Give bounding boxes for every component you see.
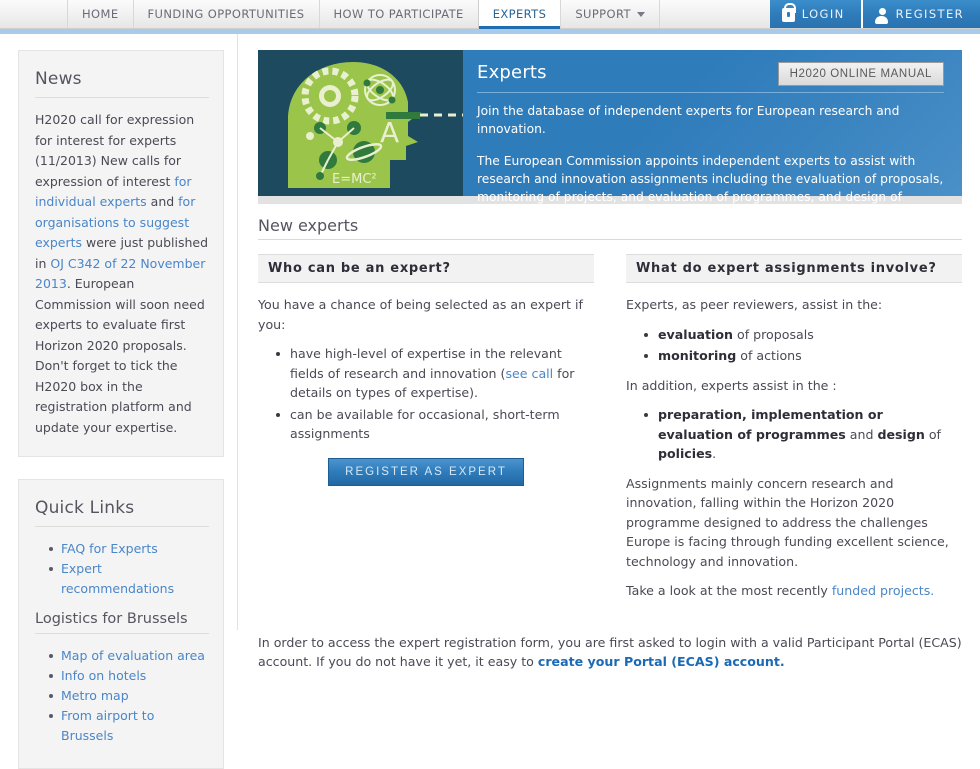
login-button[interactable]: LOGIN	[769, 0, 861, 28]
nav-item-support[interactable]: SUPPORT	[560, 0, 660, 28]
list-item: evaluation of proposals	[644, 325, 962, 345]
quick-link-item[interactable]: Expert recommendations	[49, 559, 209, 599]
text-run: of	[924, 426, 941, 442]
h2020-online-manual-button[interactable]: H2020 ONLINE MANUAL	[777, 62, 944, 86]
nav-item-label: HOW TO PARTICIPATE	[333, 7, 464, 21]
text-run: of proposals	[733, 326, 814, 342]
text-run: and	[845, 426, 878, 442]
news-panel-divider	[35, 97, 209, 98]
assignments-bullets-1: evaluation of proposals monitoring of act…	[626, 325, 962, 366]
assignments-intro-2: In addition, experts assist in the :	[626, 377, 837, 393]
top-navigation-bar: HOME FUNDING OPPORTUNITIES HOW TO PARTICIP…	[0, 0, 980, 29]
text-run: policies	[658, 446, 713, 461]
register-as-expert-button[interactable]: REGISTER AS EXPERT	[328, 457, 524, 486]
inline-link[interactable]: create your Portal (ECAS) account.	[538, 654, 785, 669]
text-run: . European Commission will soon need exp…	[35, 276, 205, 435]
page-title-divider	[258, 239, 962, 240]
banner-paragraph-2: The European Commission appoints indepen…	[477, 154, 944, 222]
nav-item-label: FUNDING OPPORTUNITIES	[147, 7, 305, 21]
two-column-layout: Who can be an expert? You have a chance …	[258, 254, 962, 611]
register-button-label: REGISTER	[895, 7, 964, 21]
text-run: evaluation	[658, 326, 733, 342]
page-body: News H2020 call for expression for inter…	[0, 34, 980, 769]
nav-item-label: EXPERTS	[492, 7, 547, 21]
inline-link[interactable]: see call	[505, 366, 553, 381]
news-panel-text: H2020 call for expression for interest f…	[35, 110, 209, 438]
quick-links-title: Quick Links	[35, 498, 135, 518]
left-column: Who can be an expert? You have a chance …	[258, 254, 594, 611]
list-item: preparation, implementation or evaluatio…	[644, 405, 962, 464]
quick-link-item[interactable]: FAQ for Experts	[49, 539, 209, 559]
text-run: of actions	[736, 348, 802, 363]
logistics-link-item[interactable]: Map of evaluation area	[49, 646, 209, 666]
list-item: can be available for occasional, short-t…	[276, 405, 594, 444]
nav-left-spacer	[0, 0, 68, 28]
nav-account-actions: LOGIN REGISTER	[769, 0, 980, 28]
lock-icon	[781, 3, 797, 22]
sidebar: News H2020 call for expression for inter…	[0, 34, 238, 769]
nav-item-label: SUPPORT	[575, 7, 631, 21]
text-run: .	[712, 446, 717, 461]
logistics-link-item[interactable]: From airport to Brussels	[49, 706, 209, 746]
person-icon	[875, 7, 889, 24]
illustration-svg: A E=MC²	[258, 50, 463, 196]
nav-item-list: HOME FUNDING OPPORTUNITIES HOW TO PARTICIP…	[67, 0, 660, 29]
banner-header-row: Experts H2020 ONLINE MANUAL	[477, 62, 944, 93]
who-can-be-expert-intro: You have a chance of being selected as a…	[258, 297, 583, 332]
text-run: Take a look at the most recently	[626, 583, 832, 598]
quick-links-panel: Quick Links FAQ for Experts Expert recomm…	[18, 479, 224, 769]
logistics-links-list: Map of evaluation area Info on hotels Metr…	[35, 646, 209, 746]
list-item: monitoring of actions	[644, 346, 962, 366]
text-run: and	[146, 194, 179, 209]
assignments-bullets-2: preparation, implementation or evaluatio…	[626, 405, 962, 464]
logistics-title: Logistics for Brussels	[35, 611, 188, 627]
formula-label: E=MC²	[332, 172, 377, 187]
quick-links-list: FAQ for Experts Expert recommendations	[35, 539, 209, 599]
hero-banner: A E=MC² Experts H2020 ONLINE MANUAL Join…	[258, 50, 962, 222]
assignments-paragraph: Assignments mainly concern research and …	[626, 475, 949, 569]
assignments-intro-1: Experts, as peer reviewers, assist in th…	[626, 297, 883, 312]
logistics-link-item[interactable]: Metro map	[49, 686, 209, 706]
text-run: H2020 call for expression for interest f…	[35, 112, 195, 189]
text-run: can be available for occasional, short-t…	[290, 406, 560, 442]
banner-text-block: Experts H2020 ONLINE MANUAL Join the dat…	[463, 50, 962, 222]
nav-item-home[interactable]: HOME	[67, 0, 134, 28]
nav-item-how-to-participate[interactable]: HOW TO PARTICIPATE	[318, 0, 479, 28]
who-can-be-expert-heading: Who can be an expert?	[258, 254, 594, 283]
text-run: design	[877, 426, 925, 442]
quick-links-divider	[35, 526, 209, 527]
banner-paragraph-1: Join the database of independent experts…	[477, 104, 900, 136]
main-content: A E=MC² Experts H2020 ONLINE MANUAL Join…	[238, 34, 980, 669]
register-button[interactable]: REGISTER	[860, 0, 980, 28]
nav-item-label: HOME	[82, 7, 119, 21]
chevron-down-icon	[636, 11, 645, 17]
inline-link[interactable]: funded projects.	[832, 583, 934, 598]
svg-text:A: A	[380, 116, 399, 149]
news-panel-title: News	[35, 69, 82, 89]
green-head-science-illustration: A E=MC²	[258, 50, 463, 196]
nav-item-experts[interactable]: EXPERTS	[477, 0, 562, 29]
news-panel: News H2020 call for expression for inter…	[18, 50, 224, 457]
list-item: have high-level of expertise in the rele…	[276, 344, 594, 403]
register-as-expert-wrap: REGISTER AS EXPERT	[258, 457, 594, 486]
logistics-divider	[35, 633, 209, 634]
who-can-be-expert-bullets: have high-level of expertise in the rele…	[258, 344, 594, 444]
ecas-account-note: In order to access the expert registrati…	[258, 633, 962, 672]
logistics-link-item[interactable]: Info on hotels	[49, 666, 209, 686]
funded-projects-line: Take a look at the most recently funded …	[626, 581, 962, 601]
right-column: What do expert assignments involve? Expe…	[626, 254, 962, 611]
content-body: New experts Who can be an expert? You ha…	[238, 216, 980, 672]
assignments-heading: What do expert assignments involve?	[626, 254, 962, 283]
banner-title: Experts	[477, 62, 547, 83]
nav-item-funding-opportunities[interactable]: FUNDING OPPORTUNITIES	[132, 0, 320, 28]
text-run: monitoring	[658, 348, 737, 363]
login-button-label: LOGIN	[801, 7, 845, 21]
